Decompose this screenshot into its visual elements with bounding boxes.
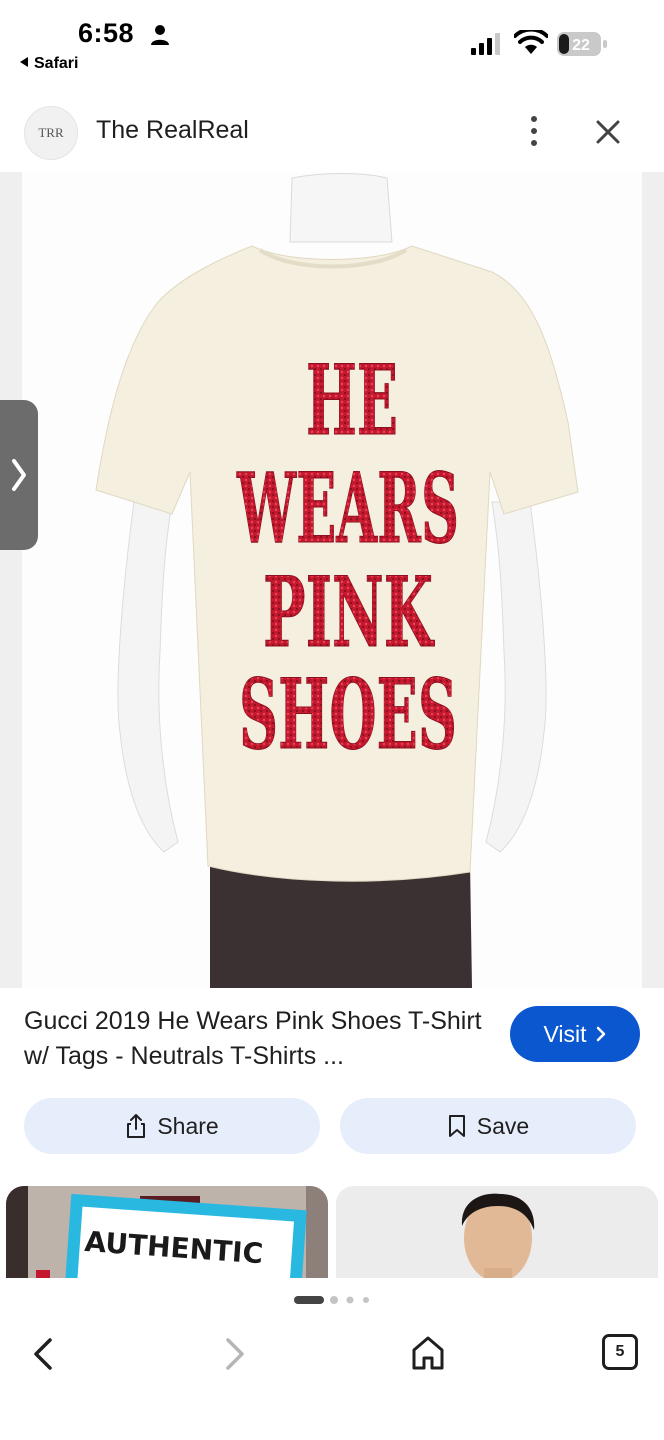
cellular-signal-icon <box>471 33 500 55</box>
related-result-thumbnail[interactable] <box>336 1186 658 1278</box>
shirt-word-4: SHOES <box>239 658 457 771</box>
status-bar: 6:58 Safari 22 <box>0 0 664 84</box>
visit-label: Visit <box>543 1020 587 1047</box>
battery-level: 22 <box>572 37 590 54</box>
status-time: 6:58 <box>78 18 135 48</box>
browser-bottom-bar: 5 <box>0 1278 664 1440</box>
visit-button[interactable]: Visit <box>510 1006 640 1062</box>
share-button[interactable]: Share <box>24 1098 320 1154</box>
related-image-authentic-tag: AUTHENTIC <box>6 1186 328 1278</box>
related-result-thumbnail[interactable]: AUTHENTIC <box>6 1186 328 1278</box>
battery-icon: 22 <box>557 32 607 56</box>
previous-image-button[interactable] <box>0 400 38 550</box>
product-title[interactable]: Gucci 2019 He Wears Pink Shoes T-Shirt w… <box>24 1004 484 1074</box>
back-app-label: Safari <box>34 55 79 72</box>
save-button[interactable]: Save <box>340 1098 636 1154</box>
site-name[interactable]: The RealReal <box>96 116 249 145</box>
product-image-viewer: HE WEARS PINK SHOES <box>0 172 664 988</box>
close-icon[interactable] <box>592 116 624 148</box>
share-label: Share <box>157 1112 219 1139</box>
person-icon <box>151 25 169 45</box>
forward-arrow-icon[interactable] <box>218 1334 250 1374</box>
back-triangle-icon <box>20 57 28 67</box>
shirt-word-3: PINK <box>263 556 435 669</box>
back-arrow-icon[interactable] <box>28 1334 60 1374</box>
site-logo[interactable]: TRR <box>24 106 78 160</box>
share-icon <box>127 1114 146 1138</box>
chevron-right-icon <box>596 1026 605 1042</box>
product-photo: HE WEARS PINK SHOES <box>95 173 579 988</box>
shirt-word-2: WEARS <box>236 452 459 565</box>
related-image-model <box>336 1186 658 1278</box>
bookmark-icon <box>448 1115 465 1137</box>
pagination-dots <box>294 1296 369 1304</box>
wifi-icon <box>514 30 548 54</box>
shirt-word-1: HE <box>306 344 398 457</box>
lens-result-header: TRR The RealReal <box>0 90 664 172</box>
product-image[interactable]: HE WEARS PINK SHOES <box>22 172 642 988</box>
back-to-app-link[interactable]: Safari <box>20 55 78 73</box>
home-icon[interactable] <box>408 1332 448 1372</box>
chevron-right-icon <box>12 459 26 491</box>
save-label: Save <box>476 1112 530 1139</box>
more-options-icon[interactable] <box>522 114 546 148</box>
tab-switcher-button[interactable]: 5 <box>602 1334 638 1370</box>
